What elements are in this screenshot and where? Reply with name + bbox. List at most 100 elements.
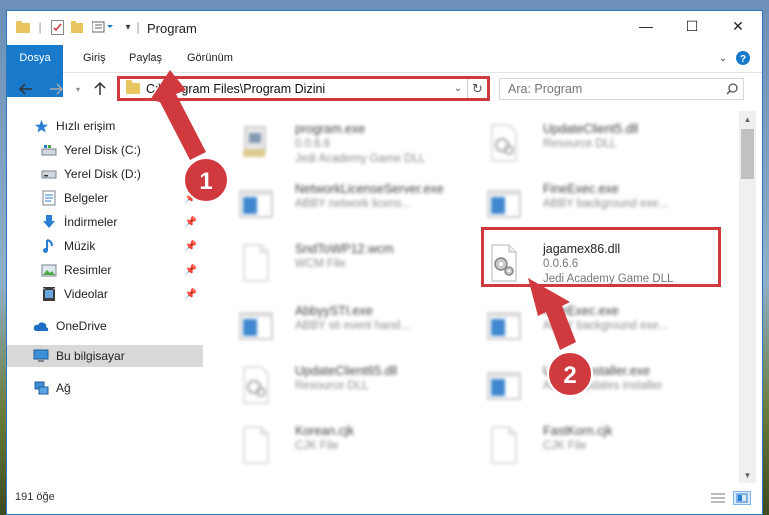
file-detail: ABBY network licens...	[295, 198, 412, 210]
minimize-button[interactable]: —	[623, 11, 669, 41]
music-icon	[41, 238, 57, 254]
file-item[interactable]: FineExec.exe ABBY background exe...	[463, 299, 703, 351]
window-title: Program	[147, 21, 197, 36]
pictures-icon	[41, 262, 57, 278]
pin-icon[interactable]: 📌	[185, 217, 197, 228]
drive-c-icon	[41, 142, 57, 158]
nav-pictures[interactable]: Resimler 📌	[7, 259, 203, 281]
nav-label: OneDrive	[56, 319, 107, 333]
address-bar[interactable]: C:\Program Files\Program Dizini ⌄ ↻	[117, 76, 490, 101]
file-list: program.exe 0.0.6.6 Jedi Academy Game DLL U…	[207, 111, 737, 483]
nav-label: Yerel Disk (C:)	[64, 143, 141, 157]
app-icon	[239, 123, 273, 163]
file-item[interactable]: AbbyySTI.exe ABBY sti event hand...	[215, 299, 455, 351]
file-detail: Resource DLL	[295, 380, 369, 392]
star-icon	[33, 118, 49, 134]
address-path[interactable]: C:\Program Files\Program Dizini	[146, 82, 449, 96]
cloud-icon	[33, 318, 49, 334]
blank-file-icon	[239, 425, 273, 465]
file-item[interactable]: UpdateClient65.dll Resource DLL	[215, 359, 455, 411]
nav-label: Belgeler	[64, 191, 109, 205]
scroll-down-icon[interactable]: ▼	[739, 467, 756, 483]
scroll-thumb[interactable]	[741, 129, 754, 179]
search-box[interactable]	[499, 78, 744, 100]
videos-icon	[41, 286, 57, 302]
navigation-bar: ▾ C:\Program Files\Program Dizini ⌄ ↻	[7, 75, 762, 103]
new-folder-icon[interactable]	[69, 19, 85, 35]
nav-label: Yerel Disk (D:)	[64, 167, 141, 181]
properties-icon[interactable]	[49, 19, 65, 35]
explorer-window: | ▾ | Program — ☐ ✕ Dosya Giriş Paylaş G…	[6, 10, 763, 515]
details-view-icon[interactable]	[709, 491, 727, 505]
chevron-down-icon[interactable]: ⌄	[449, 79, 467, 98]
separator: |	[136, 20, 140, 34]
network-icon	[33, 380, 49, 396]
nav-quick-access[interactable]: Hızlı erişim	[7, 115, 203, 137]
folder-icon	[15, 19, 31, 35]
status-bar: 191 öğe	[7, 487, 762, 509]
nav-network[interactable]: Ağ	[7, 377, 203, 399]
file-item[interactable]: program.exe 0.0.6.6 Jedi Academy Game DLL	[215, 117, 455, 169]
pin-icon[interactable]: 📌	[185, 193, 197, 204]
file-item[interactable]: SndToWP12.wcm WCM File	[215, 237, 455, 289]
nav-label: Resimler	[64, 263, 112, 277]
file-detail: ABBY background exe...	[543, 198, 669, 210]
nav-this-pc[interactable]: Bu bilgisayar	[7, 345, 203, 367]
expand-ribbon-icon[interactable]: ⌄	[715, 50, 731, 66]
file-detail: ABBY background exe...	[543, 320, 669, 332]
pin-icon[interactable]: 📌	[185, 289, 197, 300]
file-detail: Resource DLL	[543, 138, 617, 150]
file-name: FastKorn.cjk	[543, 424, 613, 438]
tab-view[interactable]: Görünüm	[175, 45, 245, 71]
file-item[interactable]: UpdateClient5.dll Resource DLL	[463, 117, 703, 169]
up-arrow-icon[interactable]	[89, 78, 111, 100]
nav-label: Videolar	[64, 287, 108, 301]
nav-music[interactable]: Müzik 📌	[7, 235, 203, 257]
customize-toolbar-icon[interactable]	[91, 19, 115, 35]
nav-videos[interactable]: Videolar 📌	[7, 283, 203, 305]
file-item[interactable]: FineExec.exe ABBY background exe...	[463, 177, 703, 229]
forward-arrow-icon[interactable]	[45, 78, 67, 100]
file-name: NetworkLicenseServer.exe	[295, 182, 444, 196]
file-detail: Jedi Academy Game DLL	[295, 153, 426, 165]
search-icon[interactable]	[721, 83, 743, 95]
recent-locations-icon[interactable]: ▾	[67, 78, 89, 100]
tiles-view-icon[interactable]	[733, 491, 751, 505]
file-item[interactable]: Korean.cjk CJK File	[215, 419, 455, 471]
file-detail: WCM File	[295, 258, 346, 270]
nav-drive-c[interactable]: Yerel Disk (C:)	[7, 139, 203, 161]
nav-label: Hızlı erişim	[56, 119, 116, 133]
nav-label: İndirmeler	[64, 215, 118, 229]
close-button[interactable]: ✕	[715, 11, 761, 41]
file-name: FineExec.exe	[543, 182, 619, 196]
file-detail: 0.0.6.6	[295, 138, 331, 150]
navigation-pane: Hızlı erişim Yerel Disk (C:) Yerel Disk …	[7, 111, 203, 483]
maximize-button[interactable]: ☐	[669, 11, 715, 41]
nav-documents[interactable]: Belgeler 📌	[7, 187, 203, 209]
file-name: FineExec.exe	[543, 304, 619, 318]
file-item[interactable]: FastKorn.cjk CJK File	[463, 419, 703, 471]
search-input[interactable]	[508, 82, 721, 96]
file-item[interactable]: NetworkLicenseServer.exe ABBY network lic…	[215, 177, 455, 229]
vertical-scrollbar[interactable]: ▲ ▼	[739, 111, 756, 483]
pin-icon[interactable]: 📌	[185, 265, 197, 276]
nav-onedrive[interactable]: OneDrive	[7, 315, 203, 337]
chevron-down-icon[interactable]: ▾	[121, 19, 135, 35]
file-detail: CJK File	[543, 440, 587, 452]
tab-share[interactable]: Paylaş	[117, 45, 174, 71]
window-icon	[487, 305, 521, 345]
dll-icon	[487, 123, 521, 163]
scroll-up-icon[interactable]: ▲	[739, 111, 756, 127]
file-detail: ABBY Updates installer	[543, 380, 663, 392]
nav-label: Müzik	[64, 239, 96, 253]
file-name: SndToWP12.wcm	[295, 242, 394, 256]
nav-label: Ağ	[56, 381, 71, 395]
file-item[interactable]: UpdateInstaller.exe ABBY Updates installe…	[463, 359, 703, 411]
nav-downloads[interactable]: İndirmeler 📌	[7, 211, 203, 233]
refresh-icon[interactable]: ↻	[467, 79, 487, 98]
tab-home[interactable]: Giriş	[71, 45, 118, 71]
back-arrow-icon[interactable]	[15, 78, 37, 100]
help-icon[interactable]: ?	[735, 50, 751, 66]
nav-drive-d[interactable]: Yerel Disk (D:)	[7, 163, 203, 185]
pin-icon[interactable]: 📌	[185, 241, 197, 252]
